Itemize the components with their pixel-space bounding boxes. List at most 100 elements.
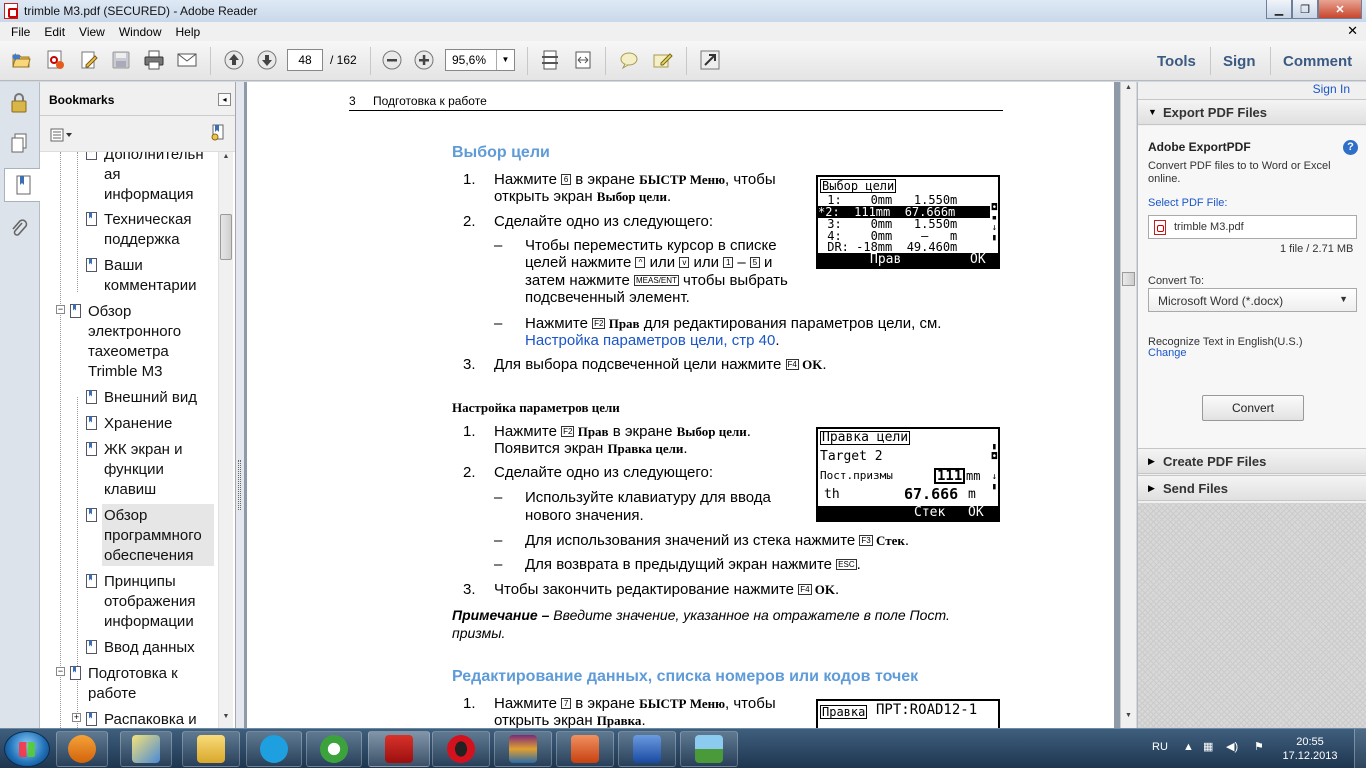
menu-edit[interactable]: Edit [37, 25, 72, 39]
previous-page-icon[interactable] [221, 48, 247, 72]
clock[interactable]: 20:55 17.12.2013 [1278, 735, 1342, 763]
open-icon[interactable] [8, 48, 34, 72]
selected-file-box[interactable]: trimble M3.pdf [1148, 215, 1357, 239]
bookmark-item[interactable]: ЖК экран и функции клавиш [104, 440, 183, 500]
change-language-link[interactable]: Change [1148, 347, 1187, 359]
taskbar-winrar[interactable] [494, 731, 552, 767]
find-bookmark-icon[interactable] [209, 124, 227, 145]
step-text: Сделайте одно из следующего: [494, 213, 714, 230]
scroll-down-icon[interactable]: ▼ [220, 713, 232, 727]
bookmark-item[interactable]: Подготовка к работе [88, 664, 178, 704]
scroll-thumb[interactable] [220, 214, 232, 260]
create-pdf-icon[interactable] [42, 48, 68, 72]
collapse-toggle[interactable]: − [56, 667, 65, 676]
taskbar-photo-viewer[interactable] [680, 731, 738, 767]
page-number-input[interactable]: 48 [287, 49, 323, 71]
format-select[interactable]: Microsoft Word (*.docx) ▼ [1148, 288, 1357, 312]
document-scrollbar[interactable]: ▲ ▼ [1120, 82, 1136, 728]
tools-button[interactable]: Tools [1157, 53, 1196, 70]
help-icon[interactable]: ? [1343, 140, 1358, 155]
taskbar-powerpoint[interactable] [556, 731, 614, 767]
taskbar-mail-agent[interactable] [306, 731, 362, 767]
bookmark-item[interactable]: Внешний вид [104, 388, 197, 408]
bookmark-icon [86, 152, 97, 160]
taskbar-skype[interactable] [246, 731, 302, 767]
bookmark-item-selected[interactable]: Обзор программного обеспечения [104, 506, 202, 566]
step-text: Сделайте одно из следующего: [494, 464, 714, 481]
bookmark-icon [86, 390, 97, 404]
collapse-panel-icon[interactable]: ◂ [218, 93, 231, 106]
bookmark-item[interactable]: Обзор электронного тахеометра Trimble M3 [88, 302, 181, 382]
scroll-up-icon[interactable]: ▲ [1122, 84, 1135, 98]
page-thumbnails-icon[interactable] [4, 126, 34, 160]
comment-note-icon[interactable] [616, 48, 642, 72]
show-hidden-icons[interactable]: ▲ [1183, 741, 1194, 768]
volume-icon[interactable]: ◀) [1226, 740, 1238, 768]
menu-view[interactable]: View [72, 25, 112, 39]
menu-window[interactable]: Window [112, 25, 169, 39]
lock-icon[interactable] [4, 86, 34, 120]
close-document-icon[interactable]: ✕ [1347, 23, 1358, 39]
taskbar-media-player[interactable] [56, 731, 108, 767]
create-pdf-section-header[interactable]: ▶ Create PDF Files [1138, 448, 1366, 474]
highlight-icon[interactable] [649, 48, 675, 72]
bookmark-item[interactable]: Ваши комментарии [104, 256, 196, 296]
attachments-icon[interactable] [4, 212, 34, 246]
bookmark-item[interactable]: Хранение [104, 414, 172, 434]
send-files-section-header[interactable]: ▶ Send Files [1138, 475, 1366, 501]
taskbar-word[interactable] [618, 731, 676, 767]
bookmark-item[interactable]: Техническая поддержка [104, 210, 192, 250]
taskbar-paint[interactable] [120, 731, 172, 767]
scroll-up-icon[interactable]: ▲ [220, 153, 232, 167]
fit-page-icon[interactable] [537, 48, 563, 72]
bookmark-item[interactable]: Распаковка и [104, 710, 197, 728]
chevron-down-icon[interactable]: ▼ [496, 50, 514, 70]
taskbar-opera[interactable] [432, 731, 490, 767]
bookmark-item[interactable]: Принципы отображения информации [104, 572, 196, 632]
collapse-toggle[interactable]: − [56, 305, 65, 314]
maximize-button[interactable]: ❐ [1292, 0, 1318, 19]
step-text: Чтобы переместить курсор в списке [525, 237, 777, 254]
language-indicator[interactable]: RU [1152, 741, 1168, 768]
fit-width-icon[interactable] [570, 48, 596, 72]
toolbar-separator [1270, 47, 1271, 75]
close-button[interactable]: ✕ [1318, 0, 1362, 19]
expand-icon[interactable] [697, 48, 723, 72]
bookmark-options-icon[interactable] [50, 128, 74, 142]
zoom-select[interactable]: 95,6% ▼ [445, 49, 515, 71]
bookmark-item[interactable]: Дополнительн ая информация [104, 152, 204, 205]
bookmarks-panel-icon[interactable] [4, 168, 40, 202]
cross-reference-link[interactable]: Настройка параметров цели, стр 40 [525, 332, 775, 349]
zoom-in-icon[interactable] [411, 48, 437, 72]
sign-button[interactable]: Sign [1223, 53, 1256, 70]
bookmarks-scrollbar[interactable]: ▲ ▼ [218, 152, 233, 728]
step-text: Появится экран Правка цели. [494, 440, 688, 457]
minimize-button[interactable]: ▁ [1266, 0, 1292, 19]
export-pdf-section-header[interactable]: ▼ Export PDF Files [1138, 99, 1366, 125]
expand-toggle[interactable]: + [72, 713, 81, 722]
show-desktop-button[interactable] [1354, 729, 1366, 768]
taskbar-explorer[interactable] [182, 731, 240, 767]
file-info: 1 file / 2.71 MB [1280, 243, 1354, 255]
next-page-icon[interactable] [254, 48, 280, 72]
export-description: Convert PDF files to to Word or Excel on… [1148, 160, 1331, 185]
print-icon[interactable] [141, 48, 167, 72]
email-icon[interactable] [174, 48, 200, 72]
zoom-out-icon[interactable] [379, 48, 405, 72]
network-icon[interactable]: ▦ [1203, 740, 1213, 768]
menu-help[interactable]: Help [169, 25, 208, 39]
sign-in-link[interactable]: Sign In [1313, 82, 1350, 96]
bookmark-item[interactable]: Ввод данных [104, 638, 195, 658]
edit-document-icon[interactable] [76, 48, 102, 72]
photo-viewer-icon [695, 735, 723, 763]
flag-icon[interactable]: ⚑ [1254, 740, 1264, 768]
save-icon[interactable] [108, 48, 134, 72]
scroll-down-icon[interactable]: ▼ [1122, 712, 1135, 726]
convert-button[interactable]: Convert [1202, 395, 1304, 421]
taskbar-adobe-reader[interactable] [368, 731, 430, 767]
panel-splitter[interactable] [236, 82, 244, 728]
comment-button[interactable]: Comment [1283, 53, 1352, 70]
start-button[interactable] [4, 731, 50, 767]
menu-file[interactable]: File [4, 25, 37, 39]
scroll-thumb[interactable] [1122, 272, 1135, 286]
